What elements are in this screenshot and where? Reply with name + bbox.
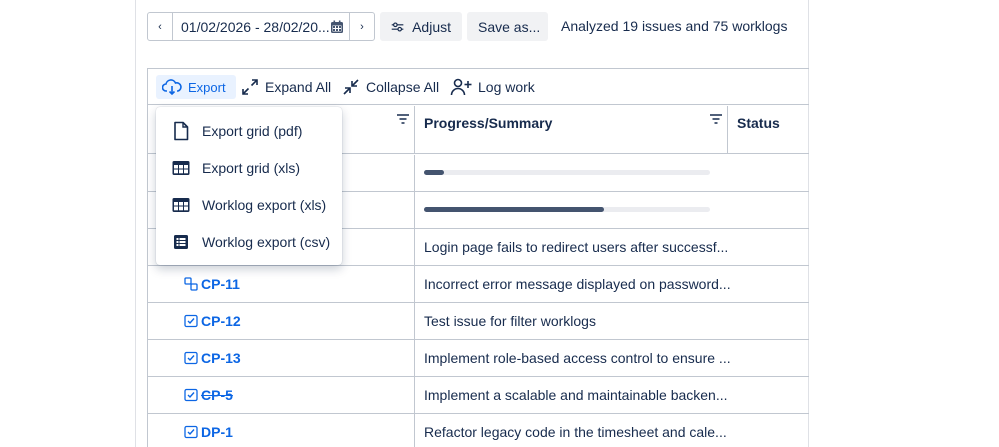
task-icon bbox=[184, 388, 198, 402]
column-header-progress-summary: Progress/Summary bbox=[424, 115, 553, 131]
menu-item-export-grid-pdf[interactable]: Export grid (pdf) bbox=[156, 112, 342, 149]
menu-item-label: Export grid (pdf) bbox=[202, 122, 303, 139]
menu-item-label: Worklog export (csv) bbox=[202, 233, 331, 250]
progress-fill bbox=[424, 207, 605, 212]
export-button[interactable]: Export bbox=[156, 75, 236, 99]
table-row[interactable]: CP-12 Test issue for filter worklogs bbox=[148, 303, 809, 340]
date-range-picker: ‹ 01/02/2026 - 28/02/20... › bbox=[147, 12, 375, 41]
issue-summary: Implement a scalable and maintainable ba… bbox=[424, 387, 728, 403]
filter-icon[interactable] bbox=[709, 112, 723, 126]
menu-item-label: Worklog export (xls) bbox=[202, 196, 327, 213]
issue-key: CP-12 bbox=[201, 313, 241, 329]
issue-key: CP-11 bbox=[201, 276, 240, 292]
task-icon bbox=[184, 314, 198, 328]
collapse-all-button[interactable]: Collapse All bbox=[342, 75, 439, 99]
csv-icon bbox=[174, 234, 188, 249]
table-row[interactable]: CP-5 Implement a scalable and maintainab… bbox=[148, 377, 809, 414]
issue-key: DP-1 bbox=[201, 424, 233, 440]
progress-fill bbox=[424, 170, 445, 175]
expand-icon bbox=[242, 79, 258, 95]
table-row[interactable]: CP-11 Incorrect error message displayed … bbox=[148, 266, 809, 303]
adjust-button[interactable]: Adjust bbox=[380, 12, 462, 41]
issue-summary: Login page fails to redirect users after… bbox=[424, 239, 729, 255]
issue-summary: Incorrect error message displayed on pas… bbox=[424, 276, 731, 292]
export-label: Export bbox=[188, 79, 226, 95]
collapse-icon bbox=[343, 79, 359, 95]
issue-key-link[interactable]: CP-12 bbox=[184, 313, 241, 329]
task-icon bbox=[184, 425, 198, 439]
expand-all-button[interactable]: Expand All bbox=[241, 75, 331, 99]
cell-divider bbox=[414, 192, 415, 228]
column-divider[interactable] bbox=[414, 106, 415, 153]
date-range-value: 01/02/2026 - 28/02/20... bbox=[181, 18, 330, 35]
task-icon bbox=[184, 351, 198, 365]
log-work-label: Log work bbox=[478, 79, 535, 95]
issue-summary: Refactor legacy code in the timesheet an… bbox=[424, 424, 727, 440]
calendar-icon[interactable] bbox=[330, 20, 344, 34]
issue-key-link[interactable]: CP-13 bbox=[184, 350, 241, 366]
cell-divider bbox=[414, 266, 415, 302]
table-icon bbox=[172, 197, 190, 212]
subtask-icon bbox=[184, 277, 198, 291]
column-header-status: Status bbox=[737, 115, 780, 131]
cell-divider bbox=[414, 414, 415, 447]
column-divider[interactable] bbox=[727, 106, 728, 153]
cloud-download-icon bbox=[162, 79, 182, 95]
menu-item-worklog-export-xls[interactable]: Worklog export (xls) bbox=[156, 186, 342, 223]
add-user-icon bbox=[450, 78, 472, 96]
date-range-field[interactable]: 01/02/2026 - 28/02/20... bbox=[173, 13, 349, 40]
cell-divider bbox=[414, 229, 415, 265]
save-as-label: Save as... bbox=[478, 18, 541, 35]
filter-icon[interactable] bbox=[396, 112, 410, 126]
issue-key: CP-5 bbox=[201, 387, 233, 403]
file-icon bbox=[174, 121, 189, 140]
menu-item-export-grid-xls[interactable]: Export grid (xls) bbox=[156, 149, 342, 186]
log-work-button[interactable]: Log work bbox=[450, 75, 535, 99]
menu-item-label: Export grid (xls) bbox=[202, 159, 301, 176]
save-as-button[interactable]: Save as... bbox=[467, 12, 548, 41]
table-icon bbox=[172, 160, 190, 175]
issue-summary: Implement role-based access control to e… bbox=[424, 350, 731, 366]
issue-key: CP-13 bbox=[201, 350, 241, 366]
prev-period-button[interactable]: ‹ bbox=[148, 13, 173, 40]
issue-key-link[interactable]: CP-11 bbox=[184, 276, 240, 292]
progress-bar bbox=[424, 207, 710, 212]
issue-key-link[interactable]: CP-5 bbox=[184, 387, 233, 403]
expand-all-label: Expand All bbox=[265, 79, 332, 95]
next-period-button[interactable]: › bbox=[349, 13, 374, 40]
cell-divider bbox=[414, 377, 415, 413]
cell-divider bbox=[414, 340, 415, 376]
collapse-all-label: Collapse All bbox=[366, 79, 440, 95]
cell-divider bbox=[414, 303, 415, 339]
adjust-label: Adjust bbox=[412, 18, 451, 35]
table-row[interactable]: DP-1 Refactor legacy code in the timeshe… bbox=[148, 414, 809, 447]
issue-key-link[interactable]: DP-1 bbox=[184, 424, 233, 440]
cell-divider bbox=[414, 155, 415, 191]
progress-bar bbox=[424, 170, 710, 175]
sliders-icon bbox=[391, 21, 404, 32]
export-menu: Export grid (pdf) Export grid (xls) Work… bbox=[156, 107, 342, 265]
analyzed-summary: Analyzed 19 issues and 75 worklogs bbox=[561, 18, 788, 34]
issue-summary: Test issue for filter worklogs bbox=[424, 313, 596, 329]
grid-toolbar: Export Expand All Collapse All Log work bbox=[148, 69, 809, 105]
menu-item-worklog-export-csv[interactable]: Worklog export (csv) bbox=[156, 223, 342, 260]
table-row[interactable]: CP-13 Implement role-based access contro… bbox=[148, 340, 809, 377]
